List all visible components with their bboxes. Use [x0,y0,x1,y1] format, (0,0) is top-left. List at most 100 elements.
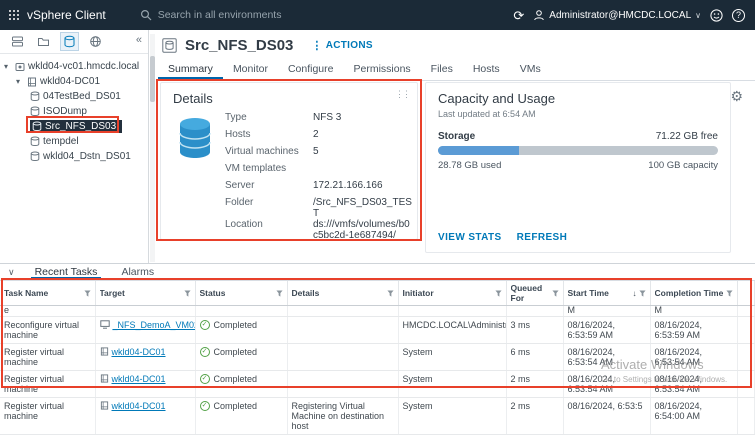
tree-item-datastore[interactable]: ISODump [0,104,148,119]
tree-item-label: wkld04-vc01.hmcdc.local [28,61,139,72]
app-grid-icon[interactable] [8,9,20,21]
col-task-name[interactable]: Task Name [0,281,95,306]
tab-monitor[interactable]: Monitor [223,59,278,80]
tree-item-datastore[interactable]: 04TestBed_DS01 [0,89,148,104]
target-link[interactable]: wkld04-DC01 [112,374,166,384]
datastore-icon [30,91,40,102]
datacenter-icon [100,401,109,410]
task-row[interactable]: Register virtual machine wkld04-DC01 ✓ C… [0,398,755,435]
search-placeholder: Search in all environments [158,9,282,21]
datastore-icon [32,121,42,132]
col-start-time[interactable]: Start Time ↓ [563,281,650,306]
filter-icon[interactable] [639,290,646,297]
tab-recent-tasks[interactable]: Recent Tasks [31,264,102,280]
tree-item-datacenter[interactable]: ▾ wkld04-DC01 [0,74,148,89]
task-row[interactable]: Reconfigure virtual machine _NFS_DemoA_V… [0,317,755,344]
detail-row: Folder /Src_NFS_DS03_TEST [225,197,412,219]
hosts-clusters-icon[interactable] [9,33,26,50]
collapse-panel-icon[interactable]: ∨ [8,267,15,278]
scrollbar-handle[interactable] [150,56,155,102]
storage-bar-used [438,146,519,155]
detail-label: Server [225,180,313,197]
tasks-tab-bar: ∨ Recent Tasks Alarms [0,264,755,281]
tree-item-datastore-selected[interactable]: Src_NFS_DS03 [0,119,148,134]
tab-permissions[interactable]: Permissions [343,59,420,80]
target-link[interactable]: _NFS_DemoA_VM02 [113,320,196,330]
completion-time-cell: 08/16/2024, 6:54:00 AM [650,398,737,435]
view-stats-link[interactable]: VIEW STATS [438,232,502,243]
refresh-icon[interactable]: ⟳ [513,9,524,22]
tab-summary[interactable]: Summary [158,59,223,80]
details-cell [287,371,398,398]
datastore-icon [30,136,40,147]
summary-view: Src_NFS_DS03 ⋮ ACTIONS Summary Monitor C… [156,30,755,263]
gear-icon[interactable]: ⚙ [730,88,743,105]
user-name: Administrator@HMCDC.LOCAL [549,10,691,21]
storage-icon[interactable] [61,33,78,50]
filter-icon[interactable] [84,290,91,297]
detail-label: Type [225,112,313,129]
global-search[interactable]: Search in all environments [140,9,282,21]
tab-vms[interactable]: VMs [510,59,551,80]
completion-time-cell: 08/16/2024, 6:53:59 AM [650,317,737,344]
datastore-icon [30,106,40,117]
tree-item-label: Src_NFS_DS03 [45,121,116,132]
datastore-object-icon [162,38,177,53]
task-row[interactable]: Register virtual machine wkld04-DC01 ✓ C… [0,344,755,371]
drag-handle-icon[interactable]: ⋮⋮ [395,89,409,100]
filter-icon[interactable] [276,290,283,297]
capacity-title: Capacity and Usage [426,83,730,106]
initiator-cell: System [398,398,506,435]
tab-files[interactable]: Files [421,59,463,80]
detail-value: 172.21.166.166 [313,180,412,197]
target-link[interactable]: wkld04-DC01 [112,401,166,411]
col-completion-time[interactable]: Completion Time [650,281,737,306]
networking-icon[interactable] [87,33,104,50]
col-queued-for[interactable]: Queued For [506,281,563,306]
filter-icon[interactable] [552,290,559,297]
queued-cell: 3 ms [506,317,563,344]
refresh-link[interactable]: REFRESH [517,232,568,243]
tree-item-datastore[interactable]: tempdel [0,134,148,149]
task-row[interactable]: Register virtual machine wkld04-DC01 ✓ C… [0,371,755,398]
col-details[interactable]: Details [287,281,398,306]
detail-value: 2 [313,129,412,146]
sidebar-vertical-scrollbar[interactable] [150,34,155,262]
object-header: Src_NFS_DS03 ⋮ ACTIONS [156,30,755,54]
col-target[interactable]: Target [95,281,195,306]
actions-button[interactable]: ⋮ ACTIONS [311,39,372,52]
filter-icon[interactable] [726,290,733,297]
tree-item-datastore[interactable]: wkld04_Dstn_DS01 [0,149,148,164]
vms-templates-icon[interactable] [35,33,52,50]
clipped-row[interactable]: e M M [0,306,755,317]
tab-hosts[interactable]: Hosts [463,59,510,80]
detail-value: /Src_NFS_DS03_TEST [313,197,412,219]
recent-tasks-panel: ∨ Recent Tasks Alarms Task Name Target S… [0,263,755,400]
start-time-cell: 08/16/2024, 6:53:54 AM [563,371,650,398]
expander-icon[interactable]: ▾ [16,77,24,86]
inventory-sidebar: « ▾ wkld04-vc01.hmcdc.local ▾ wkld0 [0,30,149,263]
tasks-table: Task Name Target Status Details Initiato… [0,281,755,435]
tree-item-vcenter[interactable]: ▾ wkld04-vc01.hmcdc.local [0,59,148,74]
topbar: vSphere Client Search in all environment… [0,0,755,30]
object-tabs: Summary Monitor Configure Permissions Fi… [156,59,755,81]
expander-icon[interactable]: ▾ [4,62,12,71]
task-name-cell: Reconfigure virtual machine [0,317,95,344]
tab-configure[interactable]: Configure [278,59,344,80]
filter-icon[interactable] [495,290,502,297]
status-label: Completed [214,374,258,384]
feedback-icon[interactable] [710,9,723,22]
filter-icon[interactable] [387,290,394,297]
col-initiator[interactable]: Initiator [398,281,506,306]
user-menu[interactable]: Administrator@HMCDC.LOCAL ∨ [533,9,701,21]
status-label: Completed [214,401,258,411]
target-link[interactable]: wkld04-DC01 [112,347,166,357]
clipped-cell: e [0,306,95,317]
filter-icon[interactable] [184,290,191,297]
collapse-sidebar-icon[interactable]: « [136,34,142,46]
col-status[interactable]: Status [195,281,287,306]
help-icon[interactable]: ? [732,9,745,22]
actions-label: ACTIONS [326,40,373,51]
page-title: Src_NFS_DS03 [185,37,293,54]
tab-alarms[interactable]: Alarms [117,264,158,280]
